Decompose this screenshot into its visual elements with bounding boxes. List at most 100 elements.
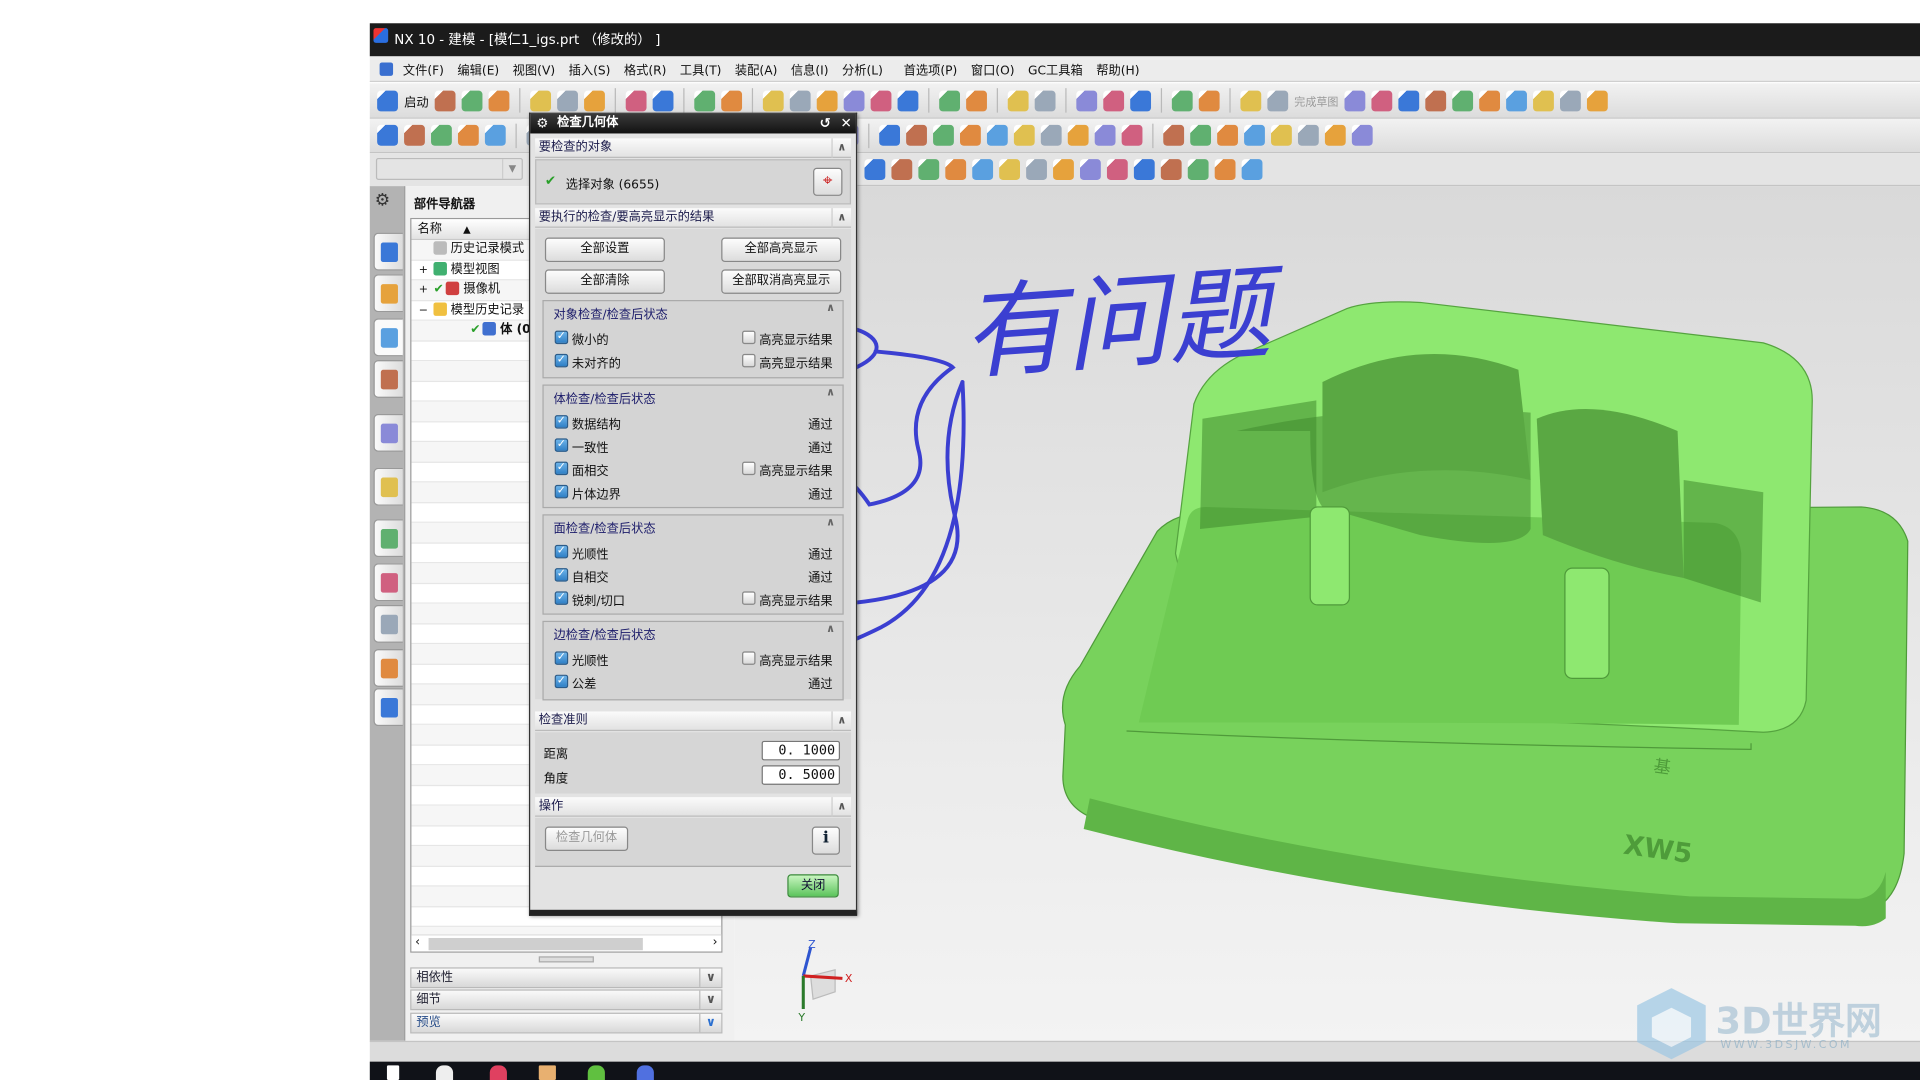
select-objects-crosshair-button[interactable]: ⌖ xyxy=(813,167,843,196)
show-icon[interactable] xyxy=(870,90,892,111)
chevron-down-icon[interactable]: ∨ xyxy=(699,990,721,1009)
ruled-surface-icon[interactable] xyxy=(1190,124,1212,146)
section-criteria-header[interactable]: 检查准则 ∧ xyxy=(535,711,852,732)
taskview-icon[interactable] xyxy=(435,1065,454,1080)
nx-taskbar-icon[interactable] xyxy=(489,1065,507,1080)
move-wcs-icon[interactable] xyxy=(939,90,961,111)
touch-icon[interactable] xyxy=(694,90,716,111)
menu-item[interactable]: 工具(T) xyxy=(680,59,722,77)
cut-icon[interactable] xyxy=(530,90,552,111)
hide-icon[interactable] xyxy=(843,90,865,111)
chamfer-icon[interactable] xyxy=(1479,90,1501,111)
line-tool-icon[interactable] xyxy=(972,158,994,180)
chevron-down-icon[interactable]: ∨ xyxy=(699,968,721,987)
panel-preview[interactable]: 预览 ∨ xyxy=(410,1012,723,1034)
plus-icon[interactable] xyxy=(1160,158,1182,180)
reuse-library-tab[interactable] xyxy=(373,360,403,398)
manufacturing-wizards-tab[interactable] xyxy=(373,604,403,643)
check-toggle-checkbox[interactable]: ✓ xyxy=(554,484,569,499)
distance-input[interactable]: 0. 1000 xyxy=(761,740,841,761)
panel-details[interactable]: 细节 ∨ xyxy=(410,989,723,1011)
check-toggle-checkbox[interactable]: ✓ xyxy=(554,330,569,345)
menu-item[interactable]: 视图(V) xyxy=(513,59,555,77)
line-icon[interactable] xyxy=(1371,90,1393,111)
collapse-icon[interactable]: ∧ xyxy=(826,623,835,635)
unite-icon[interactable] xyxy=(484,124,506,146)
web-browser-tab[interactable] xyxy=(373,467,403,506)
view-orient-icon[interactable] xyxy=(816,90,838,111)
start-icon[interactable] xyxy=(377,90,398,111)
polygon-icon[interactable] xyxy=(1533,90,1554,111)
model-canvas[interactable]: XW5 基 有问题 Z X Y xyxy=(734,186,1920,1041)
polyline-icon[interactable] xyxy=(1053,158,1074,180)
paint-icon[interactable] xyxy=(1103,90,1125,111)
measure-distance-icon[interactable] xyxy=(1198,90,1220,111)
label-feature-icon[interactable] xyxy=(1067,124,1089,146)
check-toggle-checkbox[interactable]: ✓ xyxy=(554,544,569,559)
extrude-icon[interactable] xyxy=(404,124,425,146)
layer-icon[interactable] xyxy=(1007,90,1029,111)
highlight-result-checkbox[interactable] xyxy=(742,330,756,345)
save-icon[interactable] xyxy=(488,90,510,111)
check-toggle-checkbox[interactable]: ✓ xyxy=(554,461,569,476)
through-curves-icon[interactable] xyxy=(1244,124,1265,146)
paste-icon[interactable] xyxy=(584,90,605,111)
diag-icon[interactable] xyxy=(1187,158,1209,180)
info-button[interactable]: i xyxy=(811,826,841,855)
section-objects-header[interactable]: 要检查的对象 ∧ xyxy=(535,138,852,158)
menu-item[interactable]: 格式(R) xyxy=(624,59,667,77)
set-all-button[interactable]: 全部设置 xyxy=(544,237,665,263)
resize-face-icon[interactable] xyxy=(1040,124,1062,146)
process-studio-tab[interactable] xyxy=(373,563,403,602)
wcs-orient-icon[interactable] xyxy=(966,90,987,111)
check-toggle-checkbox[interactable]: ✓ xyxy=(554,674,569,689)
new-icon[interactable] xyxy=(434,90,456,111)
hd3d-tools-tab[interactable] xyxy=(373,413,403,452)
four-point-surface-icon[interactable] xyxy=(1163,124,1185,146)
collapse-icon[interactable]: − xyxy=(419,301,434,321)
target-icon[interactable] xyxy=(1106,158,1128,180)
reset-icon[interactable]: ↺ xyxy=(817,115,834,132)
panel-splitter-handle[interactable] xyxy=(538,956,594,963)
mirror-face-icon[interactable] xyxy=(1121,124,1143,146)
check-geometry-button[interactable]: 检查几何体 xyxy=(544,826,629,852)
highlight-result-checkbox[interactable] xyxy=(742,591,756,605)
expand-icon[interactable]: + xyxy=(419,260,434,280)
menu-item[interactable]: GC工具箱 xyxy=(1028,59,1083,77)
select-box-icon[interactable] xyxy=(864,158,886,180)
fillet-icon[interactable] xyxy=(1452,90,1474,111)
studio-spline-icon[interactable] xyxy=(1586,90,1608,111)
highlight-result-checkbox[interactable] xyxy=(742,651,756,665)
check-toggle-checkbox[interactable]: ✓ xyxy=(554,438,569,452)
sketch-icon[interactable] xyxy=(1240,90,1262,111)
through-curve-mesh-icon[interactable] xyxy=(1271,124,1292,146)
select-object-row[interactable]: ✔ 选择对象 (6655) ⌖ xyxy=(535,159,852,205)
menu-item[interactable]: 窗口(O) xyxy=(971,59,1015,77)
pattern-face-icon[interactable] xyxy=(1013,124,1035,146)
collapse-icon[interactable]: ∧ xyxy=(826,387,835,399)
menu-item[interactable]: 插入(S) xyxy=(569,59,611,77)
point-icon[interactable] xyxy=(1560,90,1581,111)
background-icon[interactable] xyxy=(897,90,919,111)
slash-icon[interactable] xyxy=(999,158,1021,180)
x-form-icon[interactable] xyxy=(1351,124,1373,146)
menu-item[interactable]: 帮助(H) xyxy=(1096,59,1139,77)
clear-all-button[interactable]: 全部清除 xyxy=(544,269,665,294)
close-button[interactable]: 关闭 xyxy=(787,874,839,898)
fit-icon[interactable] xyxy=(762,90,784,111)
navigator-horizontal-scrollbar[interactable]: ‹ › xyxy=(411,934,722,952)
check-toggle-checkbox[interactable]: ✓ xyxy=(554,353,569,368)
move-face-icon[interactable] xyxy=(879,124,901,146)
assembly-navigator-tab[interactable] xyxy=(373,232,403,271)
finish-sketch-label[interactable]: 完成草图 xyxy=(1294,92,1338,108)
close-icon[interactable]: ✕ xyxy=(838,115,855,132)
angle-input[interactable]: 0. 5000 xyxy=(761,765,841,785)
eraser-icon[interactable] xyxy=(1214,158,1236,180)
highlight-result-checkbox[interactable] xyxy=(742,353,756,368)
snap-icon[interactable] xyxy=(1076,90,1098,111)
unhighlight-all-button[interactable]: 全部取消高亮显示 xyxy=(721,269,842,294)
wireframe-icon[interactable] xyxy=(918,158,940,180)
optimize-face-icon[interactable] xyxy=(1094,124,1116,146)
collapse-icon[interactable]: ∧ xyxy=(826,302,835,314)
check-toggle-checkbox[interactable]: ✓ xyxy=(554,591,569,605)
